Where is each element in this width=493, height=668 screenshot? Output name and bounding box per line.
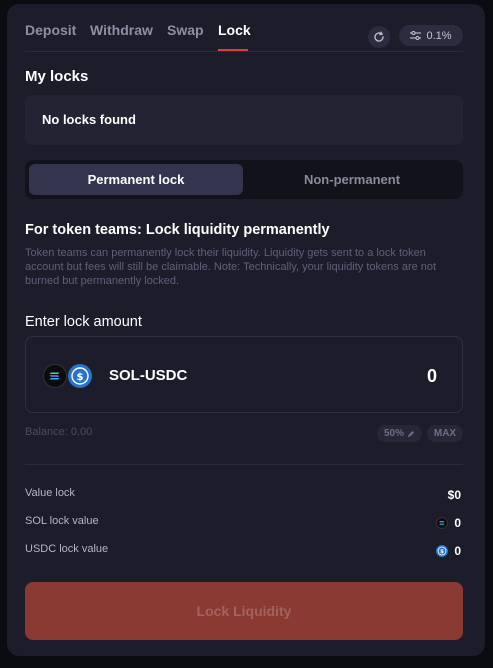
lock-amount-input[interactable]: $ SOL-USDC 0 (25, 336, 463, 413)
no-locks-text: No locks found (42, 112, 136, 127)
sol-lock-value: 0 (436, 516, 461, 530)
usdc-icon: $ (436, 545, 449, 557)
active-tab-indicator (218, 49, 248, 51)
lock-type-toggle: Permanent lock Non-permanent (25, 160, 463, 199)
max-amount-label: MAX (433, 428, 457, 439)
info-description: Token teams can permanently lock their l… (25, 247, 437, 287)
sol-icon (436, 517, 449, 529)
tab-bar: Deposit Withdraw Swap Lock (25, 18, 463, 52)
token-pair-icons: $ (43, 364, 95, 388)
sol-lock-amount: 0 (454, 516, 461, 530)
sol-icon (43, 364, 67, 388)
no-locks-message: No locks found (25, 95, 463, 145)
usdc-lock-amount: 0 (454, 544, 461, 558)
non-permanent-option[interactable]: Non-permanent (245, 164, 459, 195)
pair-name: SOL-USDC (109, 367, 188, 384)
tab-withdraw[interactable]: Withdraw (90, 22, 153, 38)
refresh-icon (374, 31, 384, 42)
sol-lock-value-label: SOL lock value (25, 515, 99, 527)
lock-liquidity-button[interactable]: Lock Liquidity (25, 582, 463, 640)
lock-amount-value[interactable]: 0 (427, 366, 437, 387)
liquidity-panel: Deposit Withdraw Swap Lock 0.1% My locks… (7, 4, 485, 656)
usdc-lock-value: $ 0 (436, 544, 461, 558)
tab-deposit[interactable]: Deposit (25, 22, 76, 38)
usdc-lock-value-label: USDC lock value (25, 543, 109, 555)
usdc-icon: $ (68, 364, 92, 388)
lock-amount-label: Enter lock amount (25, 314, 142, 330)
tab-lock[interactable]: Lock (218, 22, 251, 38)
sliders-icon (410, 31, 422, 40)
half-amount-button[interactable]: 50% (377, 425, 422, 442)
slippage-settings-button[interactable]: 0.1% (399, 25, 463, 46)
max-amount-button[interactable]: MAX (427, 425, 463, 442)
balance-text: Balance: 0.00 (25, 426, 93, 438)
value-lock-value: $0 (448, 488, 461, 502)
divider (25, 464, 463, 465)
tab-swap[interactable]: Swap (167, 22, 204, 38)
value-lock-amount: $0 (447, 488, 461, 502)
info-title: For token teams: Lock liquidity permanen… (25, 222, 330, 238)
half-amount-label: 50% (383, 428, 404, 439)
slippage-value: 0.1% (426, 29, 452, 42)
permanent-lock-option[interactable]: Permanent lock (29, 164, 243, 195)
refresh-button[interactable] (368, 26, 390, 48)
my-locks-title: My locks (25, 68, 89, 85)
value-lock-label: Value lock (25, 487, 75, 499)
svg-text:$: $ (77, 372, 84, 383)
svg-text:$: $ (440, 549, 444, 555)
edit-icon (408, 430, 414, 437)
